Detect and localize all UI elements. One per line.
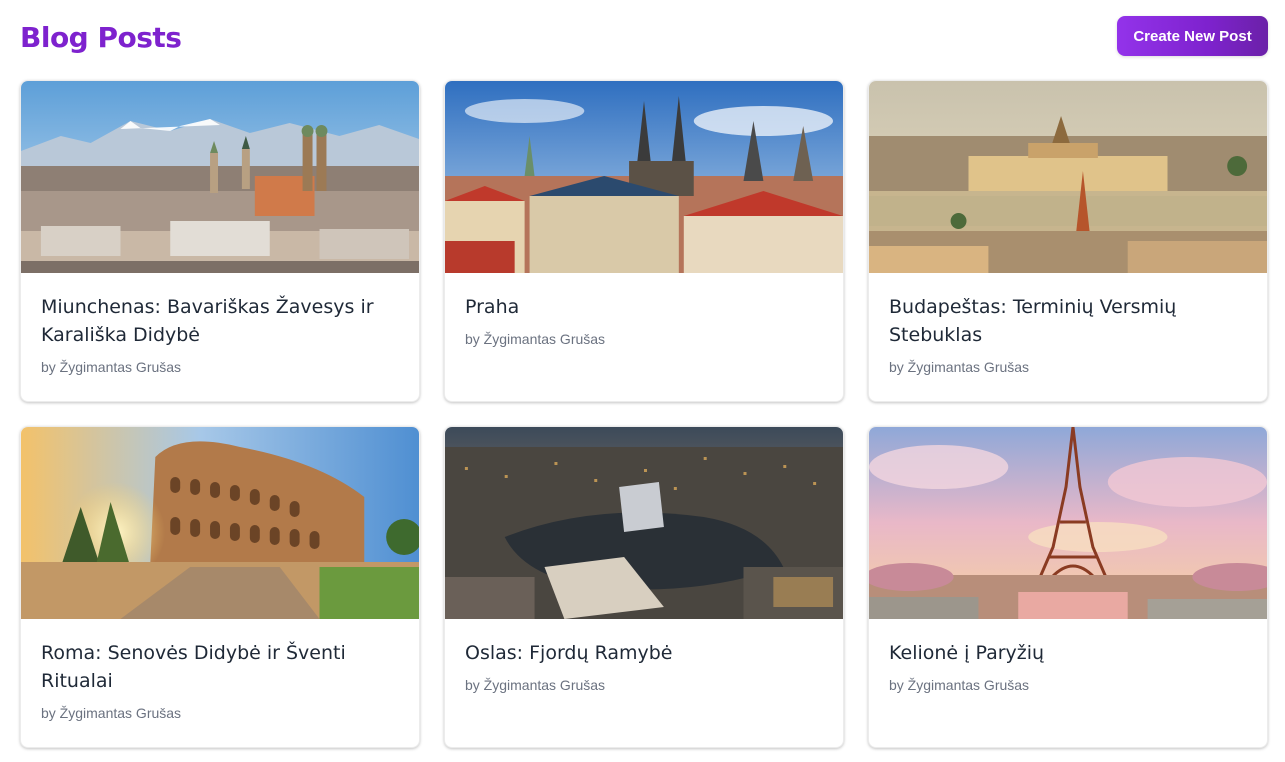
post-image-paris[interactable] [869, 427, 1267, 619]
post-image-budapest[interactable] [869, 81, 1267, 273]
post-card[interactable]: Roma: Senovės Didybė ir Šventi Ritualai … [20, 426, 420, 748]
page-title: Blog Posts [20, 21, 182, 54]
post-author: by Žygimantas Grušas [465, 331, 606, 347]
post-title[interactable]: Oslas: Fjordų Ramybė [465, 639, 823, 667]
post-card[interactable]: Kelionė į Paryžių by Žygimantas Grušas [868, 426, 1268, 748]
blog-posts-page: Blog Posts Create New Post Miunchenas: B… [0, 0, 1285, 762]
post-author: by Žygimantas Grušas [889, 677, 1030, 693]
post-title[interactable]: Miunchenas: Bavariškas Žavesys ir Karali… [41, 293, 399, 349]
post-title[interactable]: Roma: Senovės Didybė ir Šventi Ritualai [41, 639, 399, 695]
post-title[interactable]: Budapeštas: Terminių Versmių Stebuklas [889, 293, 1247, 349]
post-card[interactable]: Budapeštas: Terminių Versmių Stebuklas b… [868, 80, 1268, 402]
post-author: by Žygimantas Grušas [889, 359, 1030, 375]
post-author: by Žygimantas Grušas [41, 359, 182, 375]
post-title[interactable]: Kelionė į Paryžių [889, 639, 1247, 667]
post-card[interactable]: Miunchenas: Bavariškas Žavesys ir Karali… [20, 80, 420, 402]
post-image-oslo[interactable] [445, 427, 843, 619]
post-author: by Žygimantas Grušas [41, 705, 182, 721]
create-new-post-button[interactable]: Create New Post [1117, 16, 1268, 56]
post-image-rome[interactable] [21, 427, 419, 619]
post-image-munich[interactable] [21, 81, 419, 273]
post-title[interactable]: Praha [465, 293, 823, 321]
posts-grid: Miunchenas: Bavariškas Žavesys ir Karali… [20, 80, 1268, 748]
post-card[interactable]: Praha by Žygimantas Grušas [444, 80, 844, 402]
post-card[interactable]: Oslas: Fjordų Ramybė by Žygimantas Gruša… [444, 426, 844, 748]
post-author: by Žygimantas Grušas [465, 677, 606, 693]
post-image-prague[interactable] [445, 81, 843, 273]
